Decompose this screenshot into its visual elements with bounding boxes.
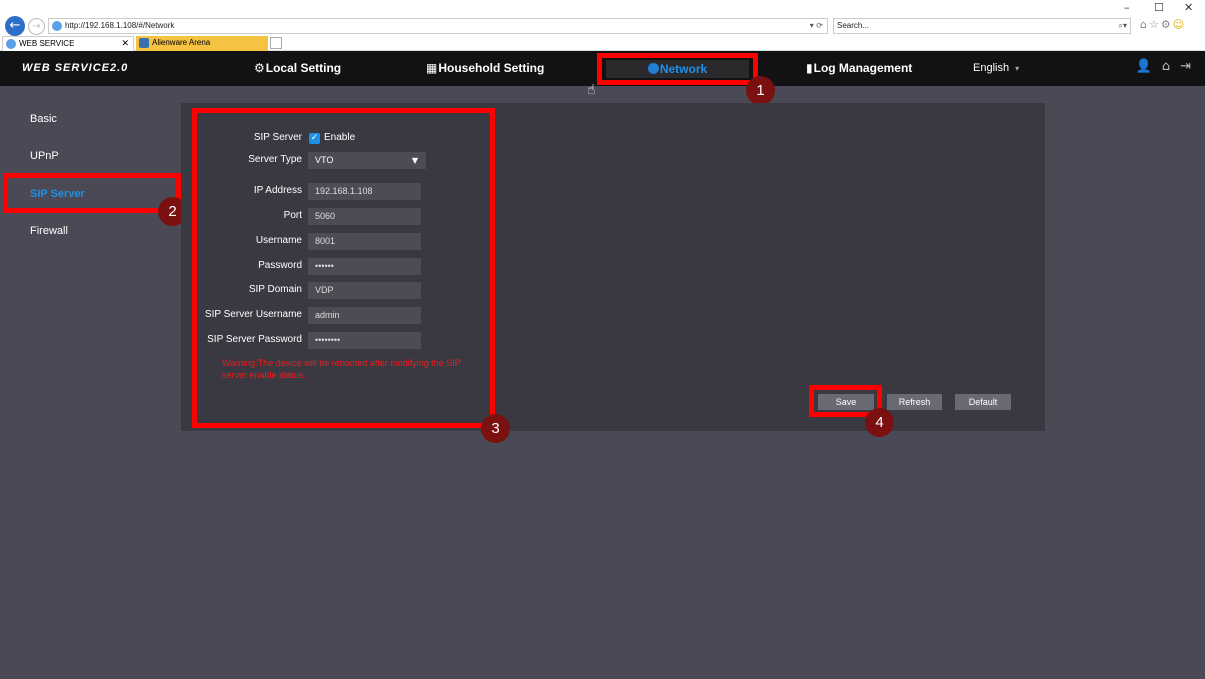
annotation-badge-3: 3 bbox=[481, 414, 510, 443]
sip-server-username-label: SIP Server Username bbox=[204, 309, 302, 320]
nav-label: Log Management bbox=[813, 61, 913, 75]
logout-icon[interactable]: ⇥ bbox=[1180, 59, 1191, 74]
sip-domain-label: SIP Domain bbox=[248, 284, 302, 295]
browser-toolbar-icons: ⌂☆⚙☺ bbox=[1140, 18, 1186, 31]
hand-cursor-icon: ☝ bbox=[587, 82, 596, 98]
reboot-warning: Warning:The device will be rebooted afte… bbox=[222, 358, 461, 380]
home-icon[interactable]: ⌂ bbox=[1162, 59, 1170, 74]
nav-log-management[interactable]: ▮Log Management bbox=[806, 61, 912, 75]
server-type-select[interactable]: VTO ▼ bbox=[308, 152, 426, 169]
password-label: Password bbox=[258, 260, 302, 271]
browser-address-row: ← → http://192.168.1.108/#/Network ▾ ⟳ S… bbox=[0, 16, 1205, 36]
close-icon[interactable]: ✕ bbox=[121, 37, 129, 51]
page-icon bbox=[139, 38, 149, 48]
password-input[interactable]: •••••• bbox=[308, 258, 421, 275]
building-icon: ▦ bbox=[426, 61, 438, 75]
page-icon bbox=[52, 21, 62, 31]
nav-label: Household Setting bbox=[438, 61, 545, 75]
url-text: http://192.168.1.108/#/Network bbox=[65, 21, 175, 30]
close-window-button[interactable]: ✕ bbox=[1184, 1, 1193, 14]
default-button[interactable]: Default bbox=[955, 394, 1011, 410]
nav-household-setting[interactable]: ▦Household Setting bbox=[426, 61, 544, 75]
gear-icon: ⚙ bbox=[254, 61, 265, 75]
search-icon[interactable]: ⌕▾ bbox=[1119, 19, 1128, 33]
sip-server-username-input[interactable]: admin bbox=[308, 307, 421, 324]
window-title-bar: – ☐ ✕ bbox=[0, 0, 1205, 16]
server-type-value: VTO bbox=[315, 155, 334, 165]
nav-network[interactable]: Network bbox=[606, 60, 749, 78]
sip-server-password-input[interactable]: •••••••• bbox=[308, 332, 421, 349]
search-input[interactable]: Search... ⌕▾ bbox=[833, 18, 1131, 34]
smiley-icon[interactable]: ☺ bbox=[1173, 18, 1186, 31]
sidebar-item-basic[interactable]: Basic bbox=[30, 113, 57, 125]
enable-label: Enable bbox=[324, 132, 356, 143]
annotation-badge-1: 1 bbox=[746, 76, 775, 105]
search-placeholder: Search... bbox=[837, 21, 870, 30]
port-input[interactable]: 5060 bbox=[308, 208, 421, 225]
browser-tab-alienware[interactable]: Alienware Arena bbox=[136, 36, 268, 51]
sip-domain-input[interactable]: VDP bbox=[308, 282, 421, 299]
save-button[interactable]: Save bbox=[818, 394, 874, 410]
back-button[interactable]: ← bbox=[5, 16, 25, 36]
tab-label: Alienware Arena bbox=[152, 38, 211, 47]
minimize-button[interactable]: – bbox=[1124, 1, 1130, 14]
refresh-icon[interactable]: ▾ ⟳ bbox=[810, 19, 823, 33]
home-icon[interactable]: ⌂ bbox=[1140, 18, 1149, 31]
enable-checkbox[interactable]: ✓ bbox=[309, 133, 320, 144]
sidebar-item-firewall[interactable]: Firewall bbox=[30, 225, 68, 237]
page-icon bbox=[6, 39, 16, 49]
document-icon: ▮ bbox=[806, 61, 813, 75]
tab-label: WEB SERVICE bbox=[19, 39, 75, 48]
ip-address-input[interactable]: 192.168.1.108 bbox=[308, 183, 421, 200]
new-tab-button[interactable] bbox=[270, 37, 282, 49]
sidebar-item-sip-server[interactable]: SIP Server bbox=[30, 188, 85, 200]
gear-icon[interactable]: ⚙ bbox=[1161, 18, 1173, 31]
user-icon[interactable]: 👤 bbox=[1136, 59, 1152, 74]
app-header: WEB SERVICE2.0 ⚙Local Setting ▦Household… bbox=[0, 51, 1205, 86]
chevron-down-icon: ▾ bbox=[1015, 64, 1020, 73]
annotation-badge-4: 4 bbox=[865, 408, 894, 437]
star-icon[interactable]: ☆ bbox=[1149, 18, 1161, 31]
header-icons: 👤 ⌂ ⇥ bbox=[1126, 59, 1191, 74]
language-select[interactable]: English ▾ bbox=[973, 62, 1019, 74]
ip-address-label: IP Address bbox=[253, 185, 302, 196]
maximize-button[interactable]: ☐ bbox=[1154, 1, 1164, 14]
username-input[interactable]: 8001 bbox=[308, 233, 421, 250]
username-label: Username bbox=[255, 235, 302, 246]
nav-network-highlight: Network bbox=[597, 53, 758, 85]
app-logo: WEB SERVICE2.0 bbox=[22, 62, 129, 74]
refresh-button[interactable]: Refresh bbox=[887, 394, 942, 410]
sip-server-password-label: SIP Server Password bbox=[207, 334, 302, 345]
sidebar-item-upnp[interactable]: UPnP bbox=[30, 150, 59, 162]
server-type-label: Server Type bbox=[248, 154, 302, 165]
nav-label: Local Setting bbox=[265, 61, 342, 75]
globe-icon bbox=[647, 63, 659, 74]
address-bar[interactable]: http://192.168.1.108/#/Network ▾ ⟳ bbox=[48, 18, 828, 34]
sidebar-item-sip-server-highlight: SIP Server bbox=[3, 173, 181, 213]
browser-tab-bar: WEB SERVICE ✕ Alienware Arena bbox=[0, 36, 1205, 51]
port-label: Port bbox=[283, 210, 302, 221]
forward-button[interactable]: → bbox=[28, 18, 45, 35]
language-value: English bbox=[973, 62, 1010, 74]
chevron-down-icon: ▼ bbox=[411, 156, 418, 165]
sip-server-label: SIP Server bbox=[253, 132, 302, 143]
browser-tab-web-service[interactable]: WEB SERVICE ✕ bbox=[2, 36, 134, 51]
nav-local-setting[interactable]: ⚙Local Setting bbox=[254, 61, 341, 75]
nav-label: Network bbox=[659, 62, 708, 76]
